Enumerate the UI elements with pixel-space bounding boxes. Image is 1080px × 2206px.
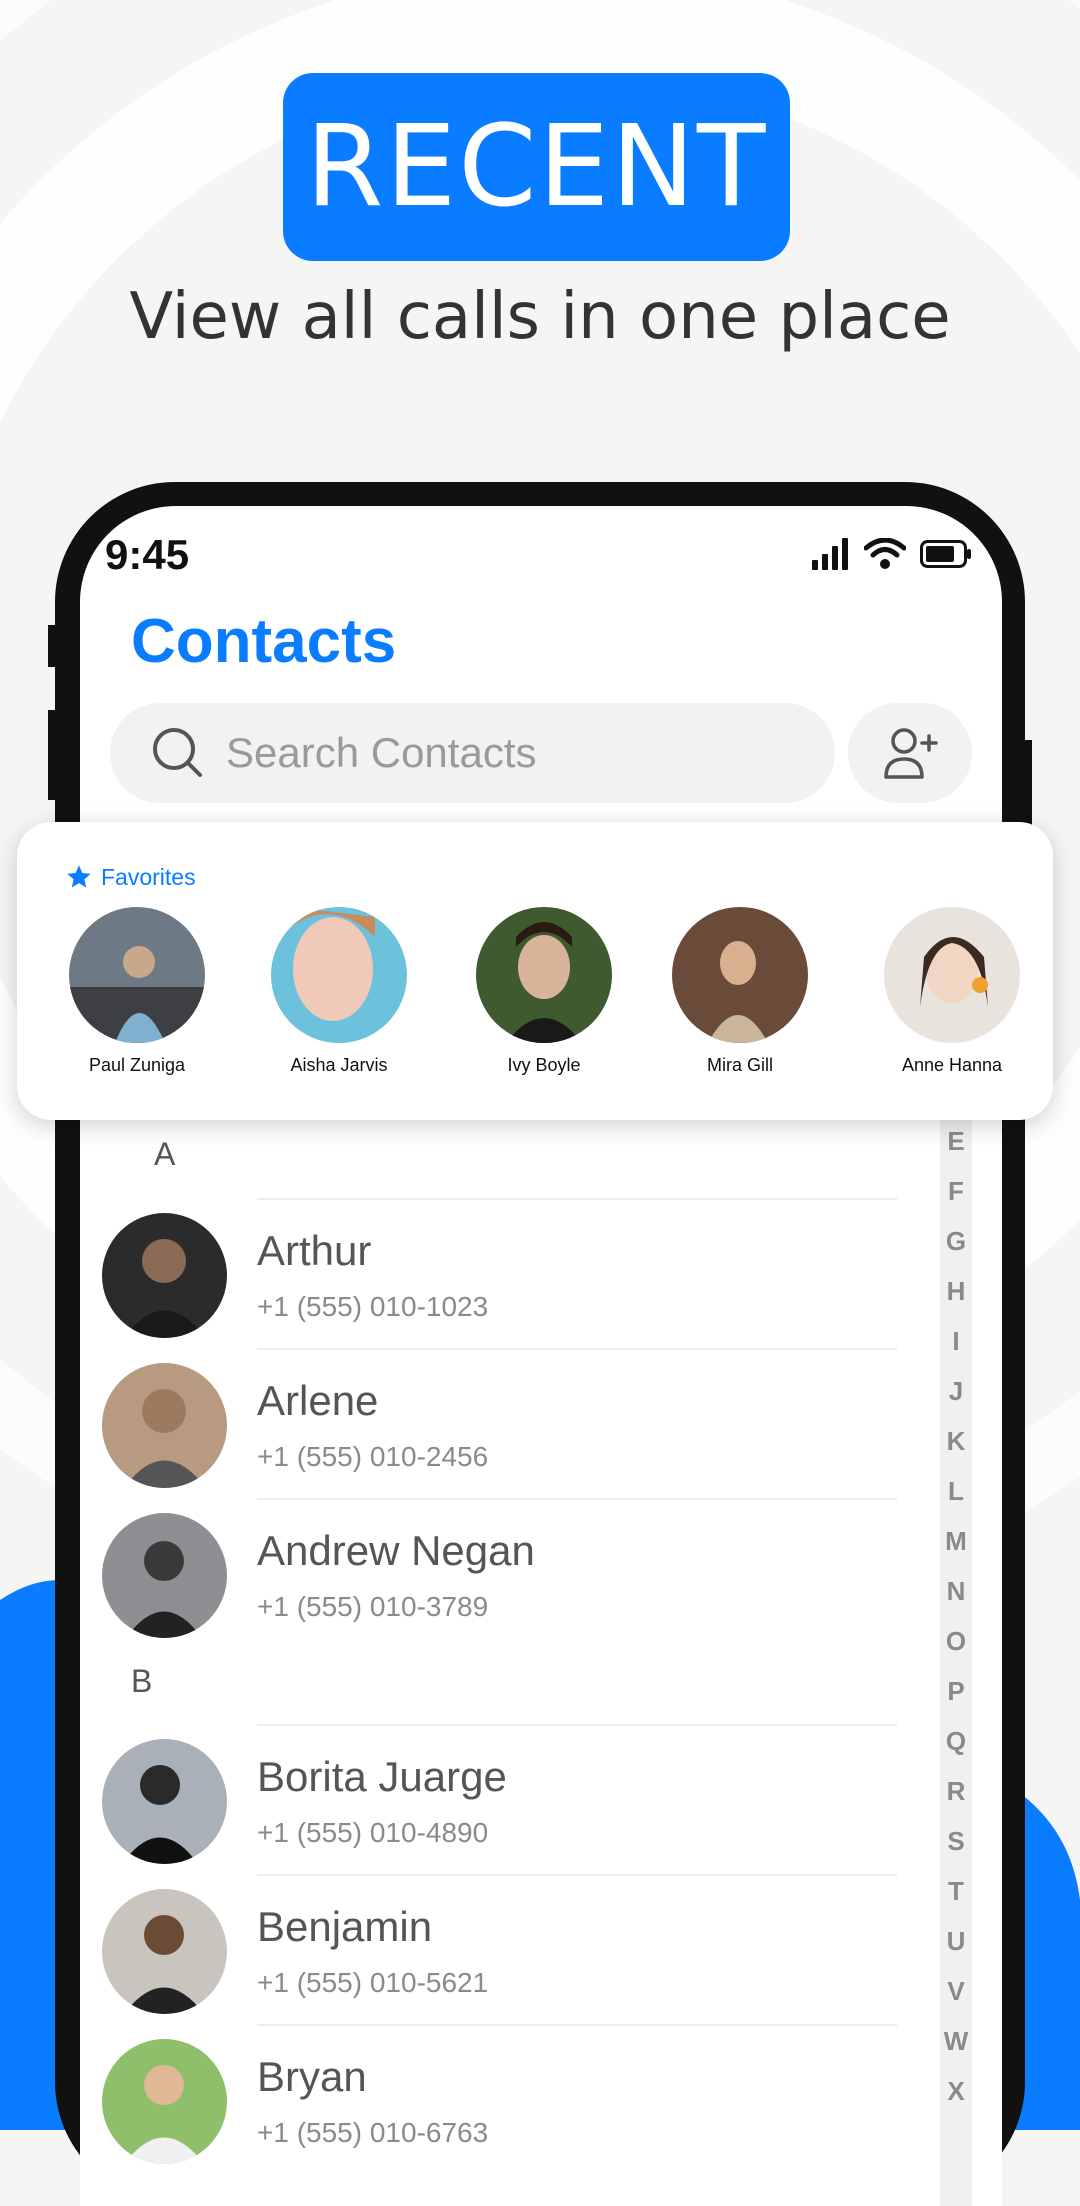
status-icons — [812, 538, 972, 570]
banner-title: RECENT — [305, 102, 768, 232]
contact-row[interactable]: Benjamin +1 (555) 010-5621 — [80, 1889, 980, 2039]
search-icon — [153, 728, 202, 777]
favorite-contact[interactable]: Aisha Jarvis — [239, 907, 439, 1076]
favorite-name: Mira Gill — [707, 1055, 773, 1075]
alphabet-letter[interactable]: W — [940, 2026, 972, 2057]
phone-screen: 9:45 Contacts Search Contacts A Arthur +… — [80, 506, 1002, 2206]
star-icon — [67, 865, 91, 888]
favorite-avatar — [476, 907, 612, 1043]
contact-phone: +1 (555) 010-4890 — [257, 1817, 489, 1848]
alphabet-letter[interactable]: T — [940, 1876, 972, 1907]
alphabet-letter[interactable]: P — [940, 1676, 972, 1707]
favorites-label: Favorites — [101, 863, 196, 890]
favorite-name: Anne Hanna — [901, 1055, 1003, 1075]
favorite-contact[interactable]: Anne Hanna — [852, 907, 1052, 1076]
alphabet-letter[interactable]: U — [940, 1926, 972, 1957]
favorite-avatar — [884, 907, 1020, 1043]
contact-avatar — [102, 2039, 227, 2164]
alphabet-letter[interactable]: H — [940, 1276, 972, 1307]
alphabet-letter[interactable]: S — [940, 1826, 972, 1857]
divider — [257, 1348, 897, 1350]
signal-icon — [812, 538, 848, 570]
contact-row[interactable]: Arthur +1 (555) 010-1023 — [80, 1213, 980, 1363]
favorite-contact[interactable]: Ivy Boyle — [444, 907, 644, 1076]
contact-phone: +1 (555) 010-6763 — [257, 2117, 489, 2148]
alphabet-letter[interactable]: J — [940, 1376, 972, 1407]
alphabet-letter[interactable]: I — [940, 1326, 972, 1357]
phone-side-button — [48, 710, 60, 800]
battery-icon — [920, 540, 971, 568]
alphabet-letter[interactable]: V — [940, 1976, 972, 2007]
contact-row[interactable]: Borita Juarge +1 (555) 010-4890 — [80, 1739, 980, 1889]
favorite-avatar — [672, 907, 808, 1043]
alphabet-letter[interactable]: M — [940, 1526, 972, 1557]
favorites-card: Favorites Paul Zuniga Aisha Jarvis Ivy B… — [17, 822, 1053, 1120]
alphabet-letter[interactable]: K — [940, 1426, 972, 1457]
contact-name: Bryan — [257, 2053, 367, 2100]
favorites-header: Favorites — [65, 863, 196, 891]
contact-name: Borita Juarge — [257, 1753, 507, 1800]
contact-name: Andrew Negan — [257, 1527, 535, 1574]
alphabet-letter[interactable]: N — [940, 1576, 972, 1607]
contact-avatar — [102, 1739, 227, 1864]
page-title: Contacts — [131, 607, 397, 676]
alphabet-letter[interactable]: G — [940, 1226, 972, 1257]
contact-row[interactable]: Arlene +1 (555) 010-2456 — [80, 1363, 980, 1513]
contact-avatar — [102, 1213, 227, 1338]
contact-avatar — [102, 1889, 227, 2014]
search-placeholder: Search Contacts — [226, 729, 537, 776]
divider — [257, 1198, 897, 1200]
contact-name: Benjamin — [257, 1903, 433, 1950]
favorite-contact[interactable]: Mira Gill — [640, 907, 840, 1076]
contact-avatar — [102, 1363, 227, 1488]
recent-banner: RECENT — [283, 73, 790, 261]
subtitle: View all calls in one place — [129, 280, 951, 354]
alphabet-letter[interactable]: E — [940, 1126, 972, 1157]
alphabet-letter[interactable]: F — [940, 1176, 972, 1207]
contact-row[interactable]: Andrew Negan +1 (555) 010-3789 — [80, 1513, 980, 1663]
contact-name: Arlene — [257, 1377, 379, 1424]
phone-side-button — [48, 625, 60, 667]
divider — [257, 1874, 897, 1876]
search-input[interactable]: Search Contacts — [110, 703, 835, 803]
alphabet-letter[interactable]: X — [940, 2076, 972, 2107]
alphabet-letter[interactable]: Q — [940, 1726, 972, 1757]
alphabet-letter[interactable]: R — [940, 1776, 972, 1807]
section-letter-a: A — [154, 1136, 176, 1172]
alphabet-index[interactable]: E F G H I J K L M N O P Q R S T U V W X — [940, 1116, 972, 2206]
status-time: 9:45 — [105, 531, 190, 578]
divider — [257, 1498, 897, 1500]
favorite-name: Paul Zuniga — [88, 1055, 186, 1075]
contact-avatar — [102, 1513, 227, 1638]
contact-phone: +1 (555) 010-2456 — [257, 1441, 489, 1472]
wifi-icon — [864, 538, 906, 569]
divider — [257, 1724, 897, 1726]
divider — [257, 2024, 897, 2026]
favorite-avatar — [271, 907, 407, 1043]
section-letter-b: B — [131, 1663, 153, 1699]
add-contact-button[interactable] — [848, 703, 972, 803]
favorite-avatar — [69, 907, 205, 1043]
contact-row[interactable]: Bryan +1 (555) 010-6763 — [80, 2039, 980, 2189]
alphabet-letter[interactable]: L — [940, 1476, 972, 1507]
contact-phone: +1 (555) 010-3789 — [257, 1591, 489, 1622]
favorite-contact[interactable]: Paul Zuniga — [37, 907, 237, 1076]
alphabet-letter[interactable]: O — [940, 1626, 972, 1657]
favorite-name: Ivy Boyle — [507, 1055, 581, 1075]
contact-phone: +1 (555) 010-5621 — [257, 1967, 489, 1998]
favorite-name: Aisha Jarvis — [290, 1055, 388, 1075]
contact-name: Arthur — [257, 1227, 372, 1274]
add-user-icon — [884, 728, 938, 779]
contact-phone: +1 (555) 010-1023 — [257, 1291, 489, 1322]
